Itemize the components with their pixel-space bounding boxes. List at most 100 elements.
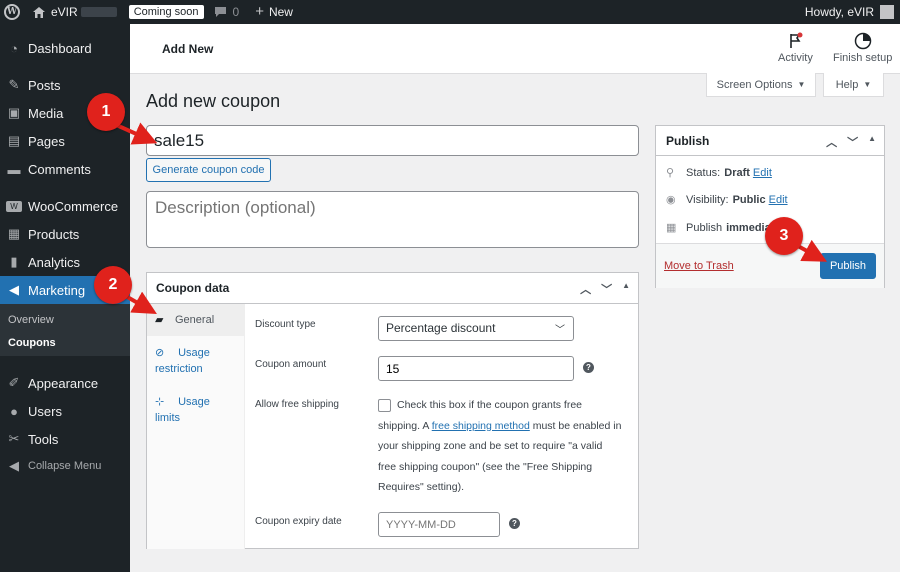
sidebar-item-dashboard[interactable]: ◔ Dashboard <box>0 34 130 62</box>
products-icon: ▦ <box>7 226 21 241</box>
move-to-trash-link[interactable]: Move to Trash <box>664 260 734 272</box>
toggle-panel-icon[interactable]: ▲ <box>622 281 630 297</box>
move-down-icon[interactable]: ﹀ <box>601 281 612 297</box>
publish-title: Publish <box>666 133 710 148</box>
callout-badge-2: 2 <box>94 266 132 304</box>
sidebar-item-appearance[interactable]: ✐ Appearance <box>0 369 130 397</box>
move-up-icon[interactable]: ︿ <box>580 281 591 297</box>
activity-label: Activity <box>778 52 813 64</box>
woocommerce-header: Add New Activity Finish setup <box>130 24 900 74</box>
activity-button[interactable]: Activity <box>778 32 813 64</box>
pin-icon: ✎ <box>8 77 20 92</box>
visibility-row: ◉ Visibility: Public Edit <box>666 193 788 207</box>
publish-header: Publish ︿ ﹀ ▲ <box>656 126 884 156</box>
sidebar-item-label: Pages <box>28 133 65 149</box>
free-shipping-method-link[interactable]: free shipping method <box>432 420 530 432</box>
sidebar-item-products[interactable]: ▦ Products <box>0 220 130 248</box>
sidebar-item-tools[interactable]: ✂ Tools <box>0 425 130 453</box>
help-tip-icon[interactable]: ? <box>583 362 594 373</box>
comments-link[interactable]: 0 <box>208 0 246 24</box>
submenu-overview[interactable]: Overview <box>8 314 54 326</box>
publish-time-value: immedia <box>726 221 771 234</box>
free-shipping-label: Allow free shipping <box>255 399 339 410</box>
marketing-submenu: Overview Coupons <box>0 304 130 356</box>
publish-time-row: ▦ Publish immedia <box>666 221 771 235</box>
collapse-icon: ◀ <box>9 458 19 473</box>
help-tip-icon[interactable]: ? <box>509 518 520 529</box>
help-button[interactable]: Help ▼ <box>823 73 884 97</box>
sidebar-item-label: Marketing <box>28 282 86 298</box>
sidebar-item-label: Media <box>28 105 64 121</box>
tab-general[interactable]: ▰ General <box>147 304 245 336</box>
edit-status-link[interactable]: Edit <box>753 167 772 179</box>
admin-bar: W eVIR Coming soon 0 + New Howdy, eVIR <box>0 0 900 24</box>
progress-ring-icon <box>854 32 871 50</box>
page-title: Add new coupon <box>146 91 281 111</box>
move-up-icon[interactable]: ︿ <box>826 134 837 150</box>
move-down-icon[interactable]: ﹀ <box>847 134 858 150</box>
users-icon: ● <box>10 403 18 419</box>
edit-visibility-link[interactable]: Edit <box>769 194 788 206</box>
sidebar-item-label: Products <box>28 226 80 242</box>
sidebar-item-label: WooCommerce <box>28 198 119 214</box>
sidebar-item-label: Users <box>28 403 62 419</box>
coupon-data-header: Coupon data ︿ ﹀ ▲ <box>147 273 638 304</box>
expiry-date-label: Coupon expiry date <box>255 516 342 527</box>
eye-icon: ◉ <box>666 194 676 206</box>
coupon-amount-input[interactable] <box>378 356 574 381</box>
discount-type-value: Percentage discount <box>386 321 496 335</box>
site-name-link[interactable]: eVIR <box>26 0 123 24</box>
panel-controls: ︿ ﹀ ▲ <box>580 281 630 297</box>
wrench-icon: ✂ <box>8 431 20 446</box>
home-icon <box>33 6 45 18</box>
sidebar-item-label: Appearance <box>28 375 99 391</box>
new-content-link[interactable]: + New <box>249 0 299 24</box>
limits-icon: ⊹ <box>155 396 165 408</box>
header-title: Add New <box>162 42 214 56</box>
avatar <box>880 5 894 19</box>
expiry-date-input[interactable] <box>378 512 500 537</box>
wordpress-logo-button[interactable]: W <box>0 0 26 24</box>
account-menu[interactable]: Howdy, eVIR <box>799 0 900 24</box>
free-shipping-description: Check this box if the coupon grants free… <box>378 395 623 498</box>
sidebar-item-woocommerce[interactable]: W WooCommerce <box>0 192 130 220</box>
sidebar-item-users[interactable]: ● Users <box>0 397 130 425</box>
screen-options-button[interactable]: Screen Options ▼ <box>706 73 816 97</box>
pin-icon: ⚲ <box>666 167 675 179</box>
ticket-icon: ▰ <box>155 314 164 326</box>
coupon-code-input[interactable] <box>146 125 639 156</box>
new-label: New <box>268 5 293 19</box>
visibility-label: Visibility: <box>686 193 729 206</box>
sidebar-item-label: Dashboard <box>28 40 92 56</box>
description-textarea[interactable] <box>146 191 639 248</box>
megaphone-icon: ◀ <box>9 282 19 297</box>
collapse-menu-button[interactable]: ◀ Collapse Menu <box>0 452 130 480</box>
caret-down-icon: ▼ <box>797 80 806 89</box>
publish-button[interactable]: Publish <box>820 253 876 279</box>
tab-usage-limits[interactable]: ⊹ Usage limits <box>147 394 237 426</box>
callout-badge-1: 1 <box>87 93 125 131</box>
discount-type-select[interactable]: Percentage discount ﹀ <box>378 316 574 341</box>
comments-count: 0 <box>232 5 240 19</box>
toggle-panel-icon[interactable]: ▲ <box>868 134 876 150</box>
status-row: ⚲ Status: Draft Edit <box>666 166 772 180</box>
coupon-amount-label: Coupon amount <box>255 359 327 370</box>
submenu-coupons[interactable]: Coupons <box>8 337 56 349</box>
sidebar-item-comments[interactable]: ▬ Comments <box>0 155 130 183</box>
tab-usage-restriction[interactable]: ⊘ Usage restriction <box>147 345 237 377</box>
coupon-data-panel: Coupon data ︿ ﹀ ▲ ▰ General ⊘ Usage rest… <box>146 272 639 549</box>
comment-icon <box>214 7 226 17</box>
finish-setup-button[interactable]: Finish setup <box>833 32 892 64</box>
publish-panel: Publish ︿ ﹀ ▲ ⚲ Status: Draft Edit ◉ Vis… <box>655 125 885 288</box>
flag-icon <box>790 32 803 48</box>
sidebar-item-label: Comments <box>28 161 91 177</box>
help-label: Help <box>835 78 859 91</box>
coming-soon-badge[interactable]: Coming soon <box>128 5 204 19</box>
restriction-icon: ⊘ <box>155 347 165 359</box>
generate-coupon-code-button[interactable]: Generate coupon code <box>146 158 271 182</box>
sidebar-item-pages[interactable]: ▤ Pages <box>0 127 130 155</box>
analytics-icon: ▮ <box>10 254 18 269</box>
comment-icon: ▬ <box>7 161 21 177</box>
sidebar-item-label: Collapse Menu <box>28 460 102 472</box>
coupon-data-tabs: ▰ General ⊘ Usage restriction ⊹ Usage li… <box>147 304 245 549</box>
